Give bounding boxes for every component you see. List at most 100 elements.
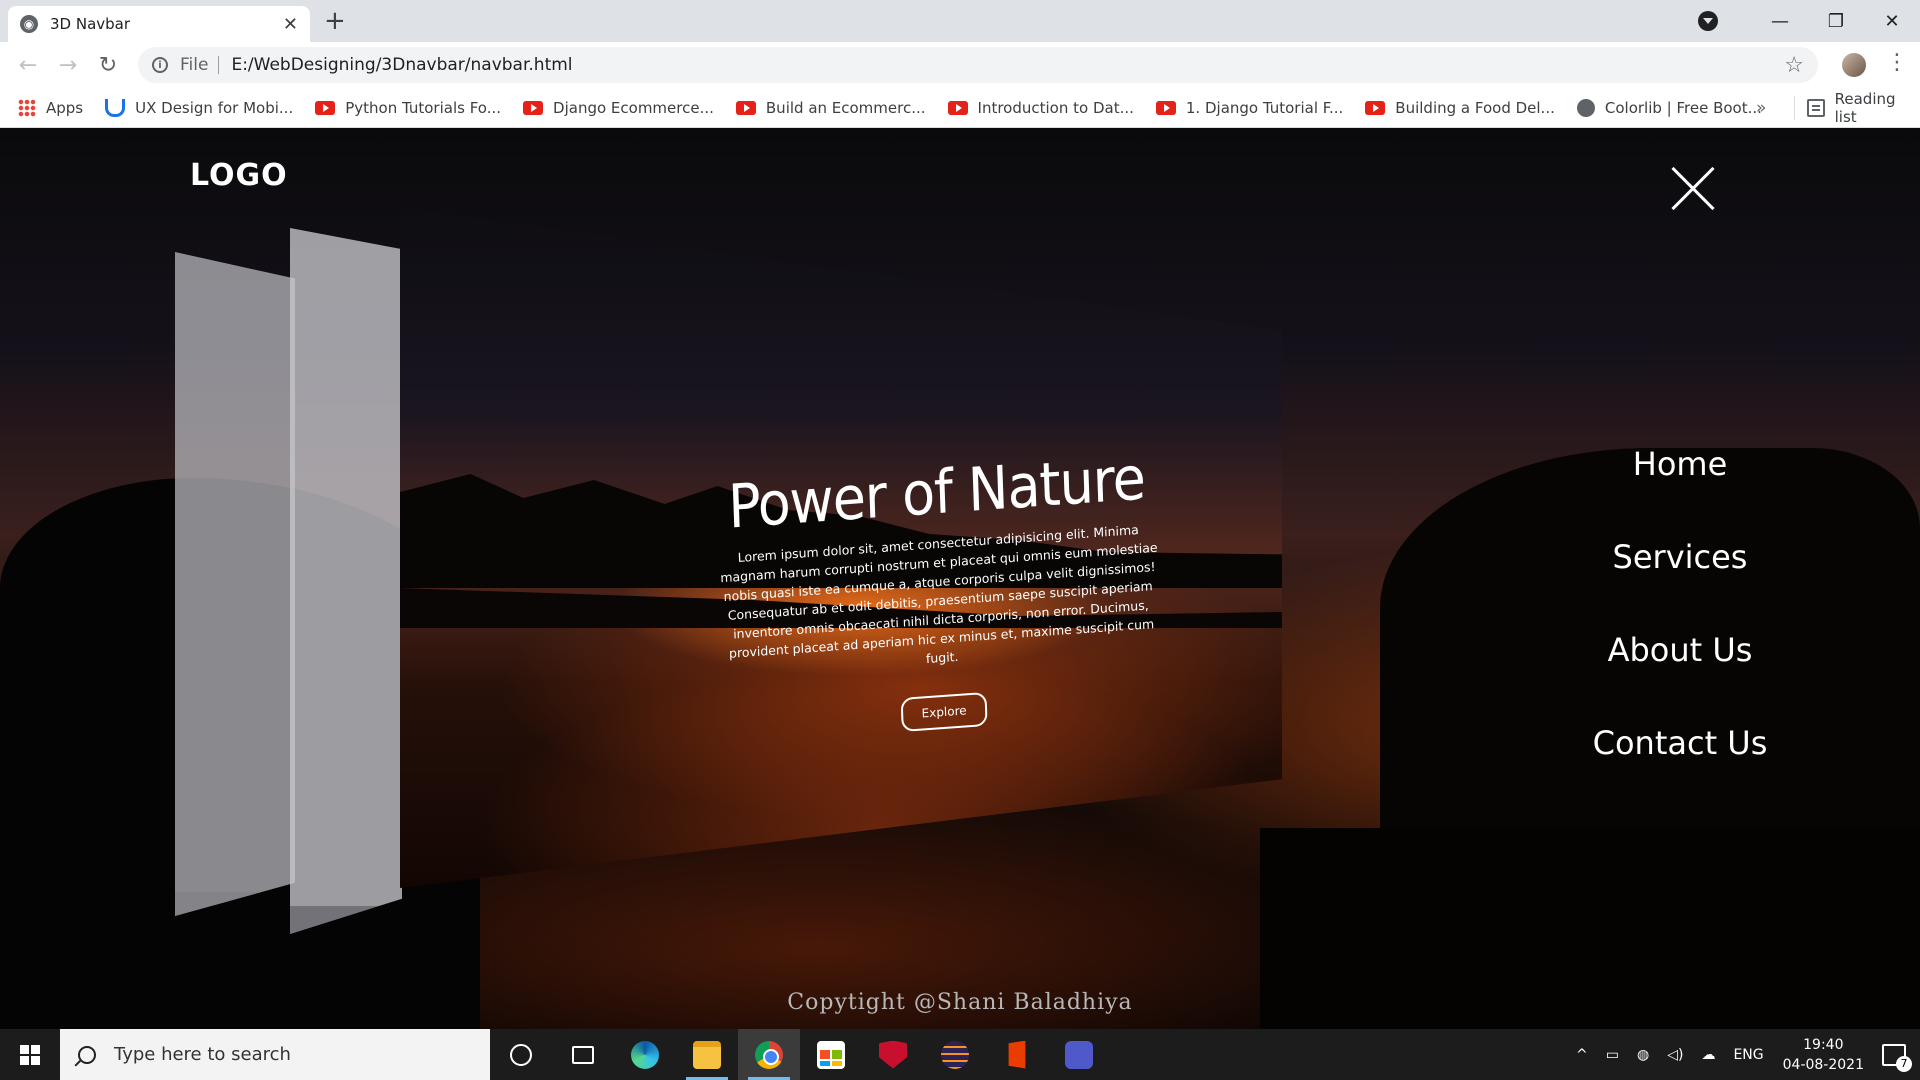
edge-icon (631, 1040, 659, 1069)
tray-chevron-icon[interactable]: ^ (1576, 1047, 1588, 1063)
language-indicator[interactable]: ENG (1733, 1047, 1763, 1063)
copyright-text: Copytight @Shani Baladhiya (787, 990, 1133, 1015)
notification-count: 7 (1896, 1055, 1912, 1072)
minimize-icon[interactable]: — (1752, 11, 1808, 32)
explore-button[interactable]: Explore (901, 691, 988, 732)
bookmarks-bar: Apps UX Design for Mobi... Python Tutori… (0, 88, 1920, 128)
address-bar[interactable]: i File E:/WebDesigning/3Dnavbar/navbar.h… (138, 47, 1818, 83)
tab-search-icon[interactable] (1698, 11, 1718, 31)
search-icon (78, 1045, 96, 1064)
nav-item-contact-us[interactable]: Contact Us (1560, 697, 1800, 790)
tab-title: 3D Navbar (50, 15, 131, 33)
bookmark-django-tutorial[interactable]: 1. Django Tutorial F... (1155, 98, 1344, 117)
reload-icon[interactable]: ↻ (88, 53, 128, 78)
cortana-button[interactable] (490, 1029, 552, 1080)
bookmark-label: Build an Ecommerc... (765, 98, 926, 117)
bookmark-label: 1. Django Tutorial F... (1185, 98, 1344, 117)
nav-menu: Home Services About Us Contact Us (1560, 418, 1800, 790)
youtube-icon (1155, 100, 1176, 115)
window-controls: — ❐ ✕ (1698, 0, 1920, 42)
profile-avatar[interactable] (1840, 51, 1868, 79)
close-menu-icon[interactable] (1670, 166, 1716, 212)
browser-menu-icon[interactable]: ⋮ (1886, 50, 1908, 75)
windows-logo-icon (20, 1044, 40, 1065)
restore-icon[interactable]: ❐ (1808, 11, 1864, 32)
cortana-icon (510, 1043, 532, 1066)
office-taskbar-button[interactable] (986, 1029, 1048, 1080)
taskbar-search[interactable]: Type here to search (60, 1029, 490, 1080)
notification-center-icon[interactable]: 7 (1882, 1043, 1912, 1072)
bookmark-intro-data[interactable]: Introduction to Dat... (947, 98, 1134, 117)
hero-text: Lorem ipsum dolor sit, amet consectetur … (720, 522, 1158, 667)
3d-glass-panel-front (290, 228, 402, 934)
bookmark-python-tutorials[interactable]: Python Tutorials Fo... (315, 99, 501, 117)
page-viewport: LOGO Power of Nature Lorem ipsum dolor s… (0, 128, 1920, 1029)
browser-toolbar: ← → ↻ i File E:/WebDesigning/3Dnavbar/na… (0, 42, 1920, 88)
reading-list-icon (1807, 99, 1825, 117)
clock-time: 19:40 (1803, 1036, 1844, 1053)
apps-grid-icon (18, 98, 36, 117)
bookmark-label: Python Tutorials Fo... (345, 98, 502, 117)
forward-icon[interactable]: → (48, 53, 88, 78)
bookmark-label: Building a Food Del... (1395, 98, 1555, 117)
clock[interactable]: 19:40 04-08-2021 (1783, 1035, 1864, 1075)
clock-date: 04-08-2021 (1782, 1056, 1864, 1073)
bookmark-colorlib[interactable]: Colorlib | Free Boot... (1576, 98, 1762, 117)
new-tab-button[interactable]: + (324, 6, 346, 36)
hero-content: Power of Nature Lorem ipsum dolor sit, a… (716, 443, 1165, 745)
eclipse-icon (941, 1040, 969, 1069)
bookmark-build-ecommerce[interactable]: Build an Ecommerc... (735, 98, 926, 117)
youtube-icon (1365, 100, 1386, 115)
file-explorer-icon (693, 1040, 721, 1069)
address-url[interactable]: E:/WebDesigning/3Dnavbar/navbar.html (231, 55, 1784, 75)
tab-3d-navbar[interactable]: ◉ 3D Navbar ✕ (8, 6, 310, 42)
reading-list-button[interactable]: Reading list (1794, 90, 1920, 126)
onedrive-icon[interactable]: ☁ (1701, 1047, 1715, 1063)
store-taskbar-button[interactable] (800, 1029, 862, 1080)
youtube-icon (315, 100, 336, 115)
system-tray: ^ ▭ ◍ ◁) ☁ ENG 19:40 04-08-2021 7 (1567, 1029, 1920, 1080)
globe-icon (1576, 98, 1595, 117)
udacity-icon (105, 98, 126, 117)
start-button[interactable] (0, 1029, 60, 1080)
more-bookmarks-icon[interactable]: » (1756, 98, 1766, 118)
search-placeholder: Type here to search (114, 1044, 291, 1065)
nav-item-services[interactable]: Services (1560, 511, 1800, 604)
address-scheme: File (180, 56, 220, 74)
edge-taskbar-button[interactable] (614, 1029, 676, 1080)
bookmark-django-ecommerce[interactable]: Django Ecommerce... (523, 99, 714, 117)
microsoft-store-icon (817, 1040, 845, 1069)
close-window-icon[interactable]: ✕ (1864, 11, 1920, 32)
reading-list-label: Reading list (1834, 90, 1896, 126)
task-view-button[interactable] (552, 1029, 614, 1080)
bookmark-apps[interactable]: Apps (18, 98, 83, 117)
volume-icon[interactable]: ◁) (1667, 1047, 1683, 1063)
bookmark-star-icon[interactable]: ☆ (1784, 53, 1804, 78)
bookmark-food-delivery[interactable]: Building a Food Del... (1365, 99, 1555, 117)
nav-item-home[interactable]: Home (1560, 418, 1800, 511)
globe-icon: ◉ (20, 15, 38, 33)
network-icon[interactable]: ◍ (1637, 1047, 1649, 1063)
taskbar: Type here to search ^ ▭ ◍ ◁) ☁ ENG 19:40… (0, 1029, 1920, 1080)
battery-icon[interactable]: ▭ (1606, 1047, 1619, 1063)
info-icon[interactable]: i (152, 57, 168, 73)
bookmark-label: Introduction to Dat... (977, 98, 1134, 117)
youtube-icon (735, 100, 756, 115)
eclipse-taskbar-button[interactable] (924, 1029, 986, 1080)
chrome-icon (755, 1040, 783, 1069)
nav-item-about-us[interactable]: About Us (1560, 604, 1800, 697)
close-tab-icon[interactable]: ✕ (283, 14, 298, 35)
bookmark-ux-design[interactable]: UX Design for Mobi... (105, 98, 294, 117)
bookmark-label: UX Design for Mobi... (135, 98, 294, 117)
bookmark-label: Django Ecommerce... (553, 98, 714, 117)
office-icon (1008, 1040, 1026, 1069)
mcafee-taskbar-button[interactable] (862, 1029, 924, 1080)
explorer-taskbar-button[interactable] (676, 1029, 738, 1080)
tab-strip: ◉ 3D Navbar ✕ + — ❐ ✕ (0, 0, 1920, 42)
site-logo[interactable]: LOGO (190, 158, 288, 193)
youtube-icon (947, 100, 968, 115)
teams-taskbar-button[interactable] (1048, 1029, 1110, 1080)
back-icon[interactable]: ← (8, 53, 48, 78)
bookmark-label: Colorlib | Free Boot... (1604, 98, 1762, 117)
chrome-taskbar-button[interactable] (738, 1029, 800, 1080)
